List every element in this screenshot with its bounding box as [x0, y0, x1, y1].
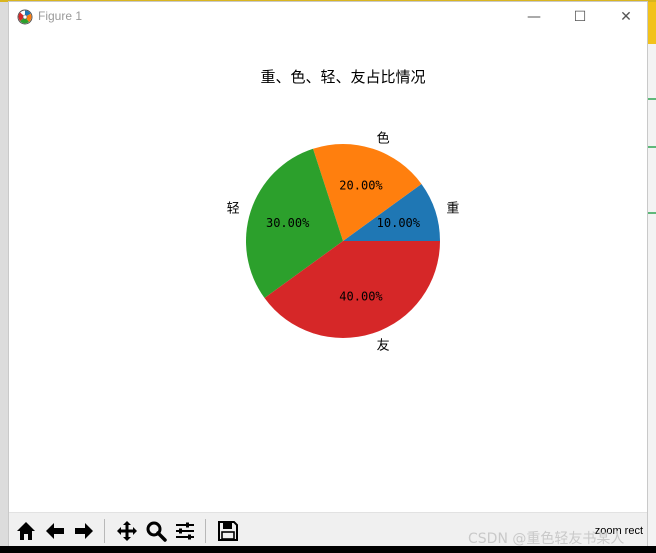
save-button[interactable] — [214, 517, 241, 544]
minimize-icon: — — [527, 9, 541, 25]
pie-category-label: 轻 — [227, 201, 240, 216]
home-button[interactable] — [12, 517, 39, 544]
subplots-icon — [175, 522, 194, 539]
pie-category-label: 重 — [446, 200, 459, 216]
subplots-button[interactable] — [171, 517, 198, 544]
close-icon: ✕ — [620, 9, 632, 25]
maximize-button[interactable]: ☐ — [557, 2, 603, 32]
home-icon — [16, 521, 35, 540]
pie-percent-label: 10.00% — [377, 216, 421, 230]
zoom-button[interactable] — [142, 517, 169, 544]
desktop-background-left — [0, 0, 8, 553]
pie-percent-label: 20.00% — [339, 179, 383, 193]
pan-icon — [116, 520, 137, 541]
close-button[interactable]: ✕ — [603, 2, 649, 32]
pie-chart: 10.00% 重 20.00% 色 30.00% 轻 40.00% 友 — [227, 131, 460, 354]
title-bar[interactable]: Figure 1 — ☐ ✕ — [9, 2, 647, 32]
pie-category-label: 友 — [377, 337, 390, 353]
maximize-icon: ☐ — [573, 9, 587, 25]
back-arrow-icon — [45, 522, 64, 539]
toolbar-separator — [205, 519, 206, 543]
pie-percent-label: 30.00% — [266, 216, 310, 230]
zoom-icon — [146, 521, 167, 542]
pie-percent-label: 40.00% — [339, 289, 383, 303]
pan-button[interactable] — [113, 517, 140, 544]
pie-category-label: 色 — [377, 131, 390, 147]
save-icon — [217, 520, 238, 541]
back-button[interactable] — [41, 517, 68, 544]
watermark-text: CSDN @重色轻友书某人 — [468, 531, 625, 547]
forward-arrow-icon — [74, 522, 93, 539]
figure-canvas[interactable]: 重、色、轻、友占比情况 10.00% 重 20.00% 色 30.00% 轻 40.00% 友 — [9, 32, 647, 512]
window-title: Figure 1 — [38, 9, 83, 23]
minimize-button[interactable]: — — [511, 2, 557, 32]
toolbar-separator — [104, 519, 105, 543]
forward-button[interactable] — [70, 517, 97, 544]
matplotlib-logo-icon — [17, 9, 33, 25]
figure-window: Figure 1 — ☐ ✕ 重、色、轻、友占比情况 10.00% 重 20.00%… — [8, 1, 648, 547]
